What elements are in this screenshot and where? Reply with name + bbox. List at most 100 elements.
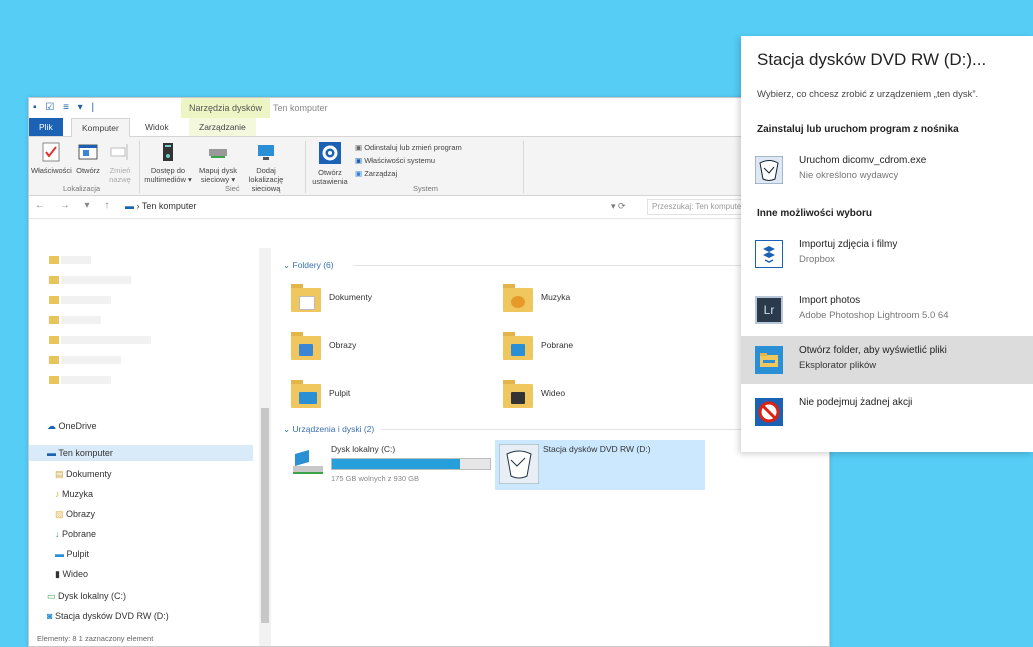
system-properties-button[interactable]: ▣ Właściwości systemu [355, 156, 435, 165]
computer-icon: ▬ [47, 448, 56, 458]
sidebar-item-label: Pobrane [62, 529, 97, 539]
sidebar-item-this-pc[interactable]: ▬ Ten komputer [29, 445, 253, 461]
folder-item-music[interactable]: Muzyka [495, 280, 705, 316]
tab-manage[interactable]: Zarządzanie [189, 118, 256, 136]
option-title: Uruchom dicomv_cdrom.exe [799, 155, 927, 166]
nav-pane-scrollbar[interactable] [259, 248, 271, 646]
option-title: Nie podejmuj żadnej akcji [799, 397, 913, 408]
rename-button[interactable]: Zmień nazwę [105, 141, 135, 184]
sidebar-item-videos[interactable]: ▮ Wideo [55, 566, 88, 582]
status-bar: Elementy: 8 1 zaznaczony element [37, 634, 154, 643]
quick-access-toolbar[interactable]: ▪ ☑ ≡ ▾ | [33, 102, 97, 113]
sidebar-item-documents[interactable]: ▤ Dokumenty [55, 466, 112, 482]
folder-label: Pulpit [329, 388, 351, 398]
sidebar-item-label: Dokumenty [66, 469, 112, 479]
sidebar-item-onedrive[interactable]: ☁ OneDrive [47, 418, 97, 434]
open-settings-label: Otwórz ustawienia [312, 168, 348, 186]
settings-gear-icon [319, 142, 341, 164]
folder-item-videos[interactable]: Wideo [495, 376, 705, 412]
sidebar-item-downloads[interactable]: ↓ Pobrane [55, 526, 96, 542]
section-label: Foldery (6) [292, 260, 334, 270]
folder-item-pictures[interactable]: Obrazy [283, 328, 493, 364]
option-subtitle: Dropbox [799, 254, 835, 265]
downloads-folder-icon [503, 332, 533, 360]
redacted-item [61, 336, 151, 344]
videos-icon: ▮ [55, 569, 60, 579]
nav-buttons[interactable]: ← → ▾ ↑ [35, 200, 115, 211]
folder-item-desktop[interactable]: Pulpit [283, 376, 493, 412]
sidebar-item-desktop[interactable]: ▬ Pulpit [55, 546, 89, 562]
title-bar: ▪ ☑ ≡ ▾ | Narzędzia dysków Ten komputer [29, 98, 829, 118]
tab-view[interactable]: Widok [135, 118, 179, 136]
option-open-folder[interactable]: Otwórz folder, aby wyświetlić pliki Eksp… [741, 336, 1033, 384]
folder-item-downloads[interactable]: Pobrane [495, 328, 705, 364]
folder-label: Pobrane [541, 340, 574, 350]
dvd-drive-item[interactable]: Stacja dysków DVD RW (D:) [495, 440, 705, 490]
breadcrumb[interactable]: ▬ › Ten komputer [125, 201, 196, 211]
videos-folder-icon [503, 380, 533, 408]
redacted-item [61, 296, 111, 304]
group-separator [305, 141, 306, 193]
sidebar-item-label: Wideo [62, 569, 88, 579]
add-network-location-icon [258, 145, 274, 160]
folder-item-documents[interactable]: Dokumenty [283, 280, 493, 316]
ribbon: Właściwości Otwórz Zmień nazwę Lokalizac… [29, 137, 829, 196]
lightroom-icon: Lr [755, 296, 783, 324]
sidebar-item-label: Obrazy [66, 509, 96, 519]
disk-capacity-bar [331, 458, 491, 470]
option-run-program[interactable]: Uruchom dicomv_cdrom.exe Nie określono w… [741, 146, 1033, 194]
autoplay-dialog: Stacja dysków DVD RW (D:)... Wybierz, co… [741, 36, 1033, 452]
file-explorer-window: ▪ ☑ ≡ ▾ | Narzędzia dysków Ten komputer … [28, 97, 833, 647]
scrollbar-thumb[interactable] [261, 408, 269, 623]
address-bar: ← → ▾ ↑ ▬ › Ten komputer ▾ ⟳ Przeszukaj:… [29, 196, 833, 219]
redacted-item [61, 276, 131, 284]
open-settings-button[interactable]: Otwórz ustawienia [309, 141, 351, 186]
media-access-button[interactable]: Dostęp do multimediów ▾ [143, 141, 193, 184]
uninstall-icon: ▣ [355, 143, 363, 152]
local-disk-item[interactable]: Dysk lokalny (C:) 175 GB wolnych z 930 G… [283, 440, 493, 490]
hard-drive-icon: ▭ [47, 591, 56, 601]
folders-section-header[interactable]: ⌄ Foldery (6) [283, 260, 334, 271]
redacted-item [61, 376, 111, 384]
manage-button[interactable]: ▣ Zarządzaj [355, 169, 397, 178]
dvd-drive-icon: ◙ [47, 611, 53, 621]
tab-computer[interactable]: Komputer [71, 118, 130, 137]
option-take-no-action[interactable]: Nie podejmuj żadnej akcji [741, 388, 1033, 436]
group-label-location: Lokalizacja [63, 184, 101, 193]
option-import-dropbox[interactable]: Importuj zdjęcia i filmy Dropbox [741, 230, 1033, 278]
dvd-drive-name: Stacja dysków DVD RW (D:) [543, 444, 651, 454]
lightroom-badge-text: Lr [763, 303, 775, 317]
group-label-system: System [413, 184, 439, 193]
tab-file[interactable]: Plik [29, 118, 63, 136]
sidebar-item-pictures[interactable]: ▧ Obrazy [55, 506, 95, 522]
other-options-header: Inne możliwości wyboru [757, 208, 873, 219]
sidebar-item-dvd-drive[interactable]: ◙ Stacja dysków DVD RW (D:) [47, 608, 169, 624]
window-title: Ten komputer [273, 103, 328, 113]
music-icon: ♪ [55, 489, 60, 499]
chevron-down-icon: ⌄ [283, 260, 291, 270]
open-button[interactable]: Otwórz [73, 141, 103, 175]
map-drive-button[interactable]: Mapuj dysk sieciowy ▾ [195, 141, 241, 184]
address-refresh-controls[interactable]: ▾ ⟳ [611, 201, 626, 212]
add-network-location-button[interactable]: Dodaj lokalizację sieciową [241, 141, 291, 193]
option-subtitle: Nie określono wydawcy [799, 170, 899, 181]
devices-section-header[interactable]: ⌄ Urządzenia i dyski (2) [283, 424, 374, 435]
sidebar-item-local-disk[interactable]: ▭ Dysk lokalny (C:) [47, 588, 126, 604]
open-icon [78, 144, 98, 160]
folder-icon [49, 356, 59, 364]
context-tab-title: Narzędzia dysków [181, 98, 271, 118]
sidebar-item-label: Dysk lokalny (C:) [58, 591, 127, 601]
folder-icon [49, 376, 59, 384]
rename-label: Zmień nazwę [109, 166, 131, 184]
redacted-item [61, 356, 121, 364]
sidebar-item-music[interactable]: ♪ Muzyka [55, 486, 93, 502]
manage-icon: ▣ [355, 169, 363, 178]
install-section-header: Zainstaluj lub uruchom program z nośnika [757, 124, 959, 135]
uninstall-program-button[interactable]: ▣ Odinstaluj lub zmień program [355, 143, 462, 152]
option-import-lightroom[interactable]: Lr Import photos Adobe Photoshop Lightro… [741, 286, 1033, 334]
media-server-icon [163, 143, 173, 161]
redacted-item [61, 316, 101, 324]
desktop-icon: ▬ [55, 549, 64, 559]
hard-drive-icon [293, 450, 323, 474]
properties-button[interactable]: Właściwości [31, 141, 72, 175]
